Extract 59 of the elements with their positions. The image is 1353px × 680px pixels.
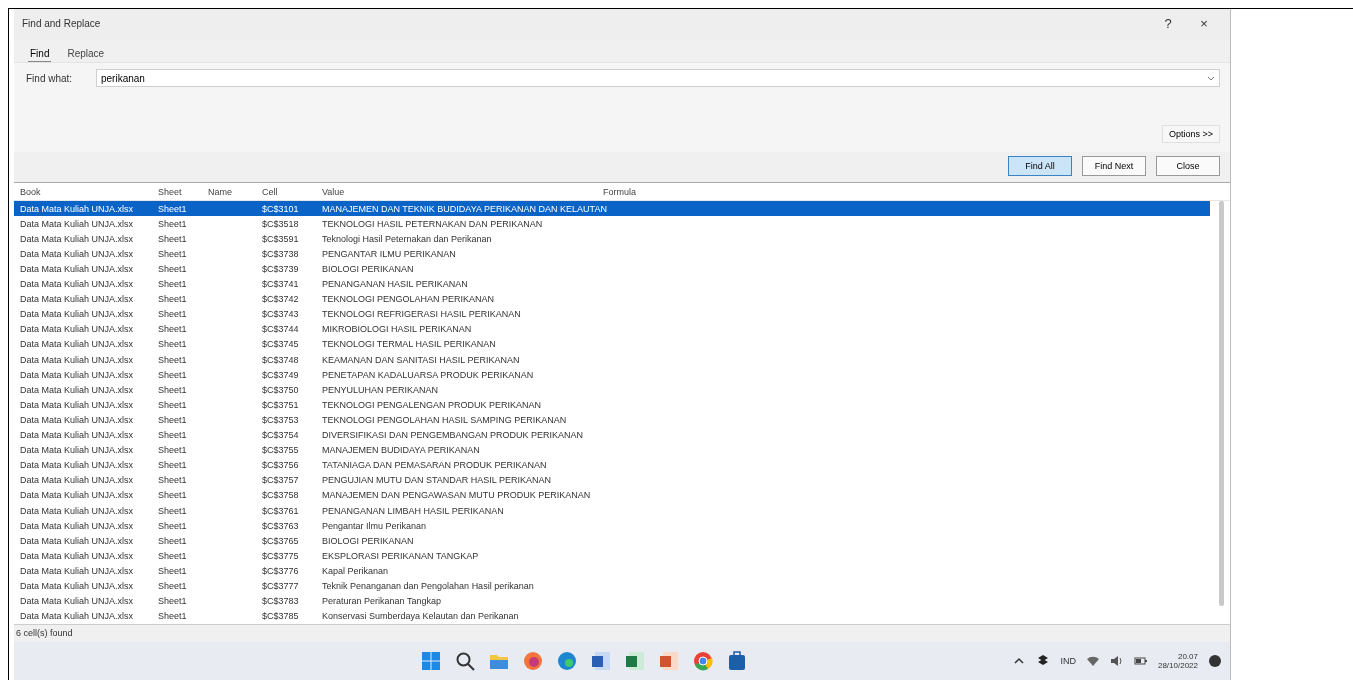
result-row[interactable]: Data Mata Kuliah UNJA.xlsx Sheet1 $C$3776 Kapal Perikanan xyxy=(14,563,1210,579)
dialog-button[interactable]: Close xyxy=(1156,156,1220,177)
result-row[interactable]: Data Mata Kuliah UNJA.xlsx Sheet1 $C$3739 BIOLOGI PERIKANAN xyxy=(14,261,1210,277)
dialog-button[interactable]: Find All xyxy=(1008,156,1072,177)
dialog-button[interactable]: Find Next xyxy=(1082,156,1146,177)
result-row[interactable]: Data Mata Kuliah UNJA.xlsx Sheet1 $C$3748 KEAMANAN DAN SANITASI HASIL PERIKANAN xyxy=(14,352,1210,368)
result-row[interactable]: Data Mata Kuliah UNJA.xlsx Sheet1 $C$3755 MANAJEMEN BUDIDAYA PERIKANAN xyxy=(14,442,1210,458)
result-row[interactable]: Data Mata Kuliah UNJA.xlsx Sheet1 $C$3518 TEKNOLOGI HASIL PETERNAKAN DAN PERIKANAN xyxy=(14,216,1210,232)
clock-date[interactable]: 28/10/2022 xyxy=(1157,661,1198,671)
result-row[interactable]: Data Mata Kuliah UNJA.xlsx Sheet1 $C$3775 EKSPLORASI PERIKANAN TANGKAP xyxy=(14,548,1210,564)
find-what-field[interactable]: perikanan xyxy=(96,69,1220,88)
column-header[interactable]: Book xyxy=(14,186,152,197)
column-header[interactable]: Name xyxy=(202,186,256,197)
language-indicator[interactable]: IND xyxy=(1060,656,1076,667)
result-row[interactable]: Data Mata Kuliah UNJA.xlsx Sheet1 $C$3101 MANAJEMEN DAN TEKNIK BUDIDAYA PERIKANAN DAN KELAUTAN xyxy=(14,201,1210,217)
store-icon[interactable] xyxy=(726,650,748,673)
browser-icon[interactable] xyxy=(556,650,578,673)
find-what-label: Find what: xyxy=(26,72,74,84)
help-button[interactable]: ? xyxy=(1150,16,1186,32)
result-row[interactable]: Data Mata Kuliah UNJA.xlsx Sheet1 $C$3765 BIOLOGI PERIKANAN xyxy=(14,533,1210,549)
close-button[interactable]: × xyxy=(1186,16,1222,32)
presentation-app-icon[interactable] xyxy=(658,650,680,673)
result-row[interactable]: Data Mata Kuliah UNJA.xlsx Sheet1 $C$3753 TEKNOLOGI PENGOLAHAN HASIL SAMPING PERIKANAN xyxy=(14,412,1210,428)
result-row[interactable]: Data Mata Kuliah UNJA.xlsx Sheet1 $C$3743 TEKNOLOGI REFRIGERASI HASIL PERIKANAN xyxy=(14,306,1210,322)
options-button[interactable]: Options >> xyxy=(1161,125,1220,144)
scrollbar-thumb[interactable] xyxy=(1219,201,1224,607)
result-row[interactable]: Data Mata Kuliah UNJA.xlsx Sheet1 $C$3757 PENGUJIAN MUTU DAN STANDAR HASIL PERIKANAN xyxy=(14,472,1210,488)
column-header[interactable]: Formula xyxy=(597,186,683,197)
search-icon[interactable] xyxy=(454,650,476,673)
result-row[interactable]: Data Mata Kuliah UNJA.xlsx Sheet1 $C$3738 PENGANTAR ILMU PERIKANAN xyxy=(14,246,1210,262)
notification-icon[interactable] xyxy=(1208,654,1222,669)
result-row[interactable]: Data Mata Kuliah UNJA.xlsx Sheet1 $C$3777 Teknik Penanganan dan Pengolahan Hasil perikanan xyxy=(14,578,1210,594)
result-row[interactable]: Data Mata Kuliah UNJA.xlsx Sheet1 $C$3741 PENANGANAN HASIL PERIKANAN xyxy=(14,276,1210,292)
result-row[interactable]: Data Mata Kuliah UNJA.xlsx Sheet1 $C$3758 MANAJEMEN DAN PENGAWASAN MUTU PRODUK PERIKANAN xyxy=(14,487,1210,503)
column-header[interactable]: Cell xyxy=(256,186,316,197)
result-row[interactable]: Data Mata Kuliah UNJA.xlsx Sheet1 $C$3756 TATANIAGA DAN PEMASARAN PRODUK PERIKANAN xyxy=(14,457,1210,473)
result-row[interactable]: Data Mata Kuliah UNJA.xlsx Sheet1 $C$3750 PENYULUHAN PERIKANAN xyxy=(14,382,1210,398)
result-row[interactable]: Data Mata Kuliah UNJA.xlsx Sheet1 $C$3761 PENANGANAN LIMBAH HASIL PERIKANAN xyxy=(14,502,1210,519)
dialog-title: Find and Replace xyxy=(22,18,102,30)
result-row[interactable]: Data Mata Kuliah UNJA.xlsx Sheet1 $C$3591 Teknologi Hasil Peternakan dan Perikanan xyxy=(14,231,1210,247)
result-row[interactable]: Data Mata Kuliah UNJA.xlsx Sheet1 $C$3763 Pengantar Ilmu Perikanan xyxy=(14,518,1210,534)
spreadsheet-app-icon[interactable] xyxy=(624,650,646,673)
document-app-icon[interactable] xyxy=(590,650,612,673)
result-row[interactable]: Data Mata Kuliah UNJA.xlsx Sheet1 $C$3749 PENETAPAN KADALUARSA PRODUK PERIKANAN xyxy=(14,367,1210,383)
windows-start-icon[interactable] xyxy=(420,650,442,673)
speaker-icon[interactable] xyxy=(1109,654,1124,669)
clock-time[interactable]: 20.07 xyxy=(1177,652,1198,662)
browser-icon[interactable] xyxy=(522,650,544,673)
column-header[interactable]: Value xyxy=(316,186,597,197)
browser-icon[interactable] xyxy=(692,650,714,673)
tab[interactable]: Replace xyxy=(65,44,107,63)
result-row[interactable]: Data Mata Kuliah UNJA.xlsx Sheet1 $C$3754 DIVERSIFIKASI DAN PENGEMBANGAN PRODUK PERIKANAN xyxy=(14,427,1210,443)
column-header[interactable]: Sheet xyxy=(152,186,202,197)
result-row[interactable]: Data Mata Kuliah UNJA.xlsx Sheet1 $C$3744 MIKROBIOLOGI HASIL PERIKANAN xyxy=(14,321,1210,337)
result-row[interactable]: Data Mata Kuliah UNJA.xlsx Sheet1 $C$3785 Konservasi Sumberdaya Kelautan dan Perikanan xyxy=(14,608,1210,624)
result-row[interactable]: Data Mata Kuliah UNJA.xlsx Sheet1 $C$3742 TEKNOLOGI PENGOLAHAN PERIKANAN xyxy=(14,291,1210,307)
result-row[interactable]: Data Mata Kuliah UNJA.xlsx Sheet1 $C$3751 TEKNOLOGI PENGALENGAN PRODUK PERIKANAN xyxy=(14,397,1210,413)
result-row[interactable]: Data Mata Kuliah UNJA.xlsx Sheet1 $C$3745 TEKNOLOGI TERMAL HASIL PERIKANAN xyxy=(14,336,1210,352)
result-row[interactable]: Data Mata Kuliah UNJA.xlsx Sheet1 $C$3783 Peraturan Perikanan Tangkap xyxy=(14,593,1210,609)
